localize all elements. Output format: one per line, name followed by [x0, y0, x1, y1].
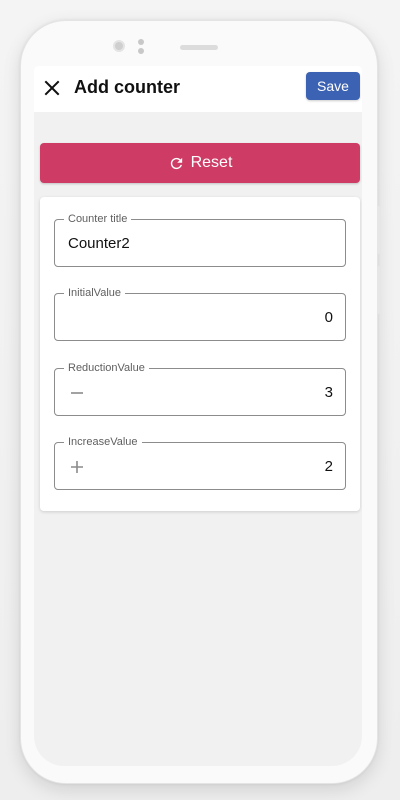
sensor-dot: [138, 48, 144, 54]
counter-title-value[interactable]: Counter2: [68, 235, 130, 253]
initial-value-label: InitialValue: [64, 286, 125, 300]
plus-icon[interactable]: [69, 459, 85, 475]
increase-value-field[interactable]: IncreaseValue 2: [54, 435, 346, 490]
phone-side-button: [377, 206, 380, 254]
phone-side-button: [377, 266, 380, 314]
save-button[interactable]: Save: [306, 72, 360, 100]
reset-button[interactable]: Reset: [40, 143, 360, 183]
close-icon: [44, 80, 60, 96]
earpiece-speaker: [180, 45, 218, 50]
counter-title-field[interactable]: Counter title Counter2: [54, 212, 346, 267]
reduction-value-label: ReductionValue: [64, 361, 149, 375]
page-title: Add counter: [74, 77, 180, 97]
phone-frame: Add counter Save Reset Counter title Cou…: [20, 20, 380, 784]
increase-value-label: IncreaseValue: [64, 435, 142, 449]
app-screen: Add counter Save Reset Counter title Cou…: [34, 66, 362, 766]
initial-value-input[interactable]: 0: [325, 309, 333, 327]
reduction-value-input[interactable]: 3: [325, 384, 333, 402]
counter-form-card: Counter title Counter2 InitialValue 0 Re…: [40, 197, 360, 511]
refresh-icon: [170, 157, 182, 169]
initial-value-field[interactable]: InitialValue 0: [54, 286, 346, 341]
increase-value-input[interactable]: 2: [325, 458, 333, 476]
app-bar: Add counter Save: [34, 66, 362, 112]
reset-label: Reset: [190, 154, 233, 171]
reduction-value-field[interactable]: ReductionValue 3: [54, 361, 346, 416]
sensor-dot: [138, 39, 144, 45]
counter-title-label: Counter title: [64, 212, 132, 226]
minus-icon[interactable]: [69, 385, 85, 401]
camera-icon: [113, 40, 125, 52]
close-button[interactable]: [40, 76, 64, 100]
